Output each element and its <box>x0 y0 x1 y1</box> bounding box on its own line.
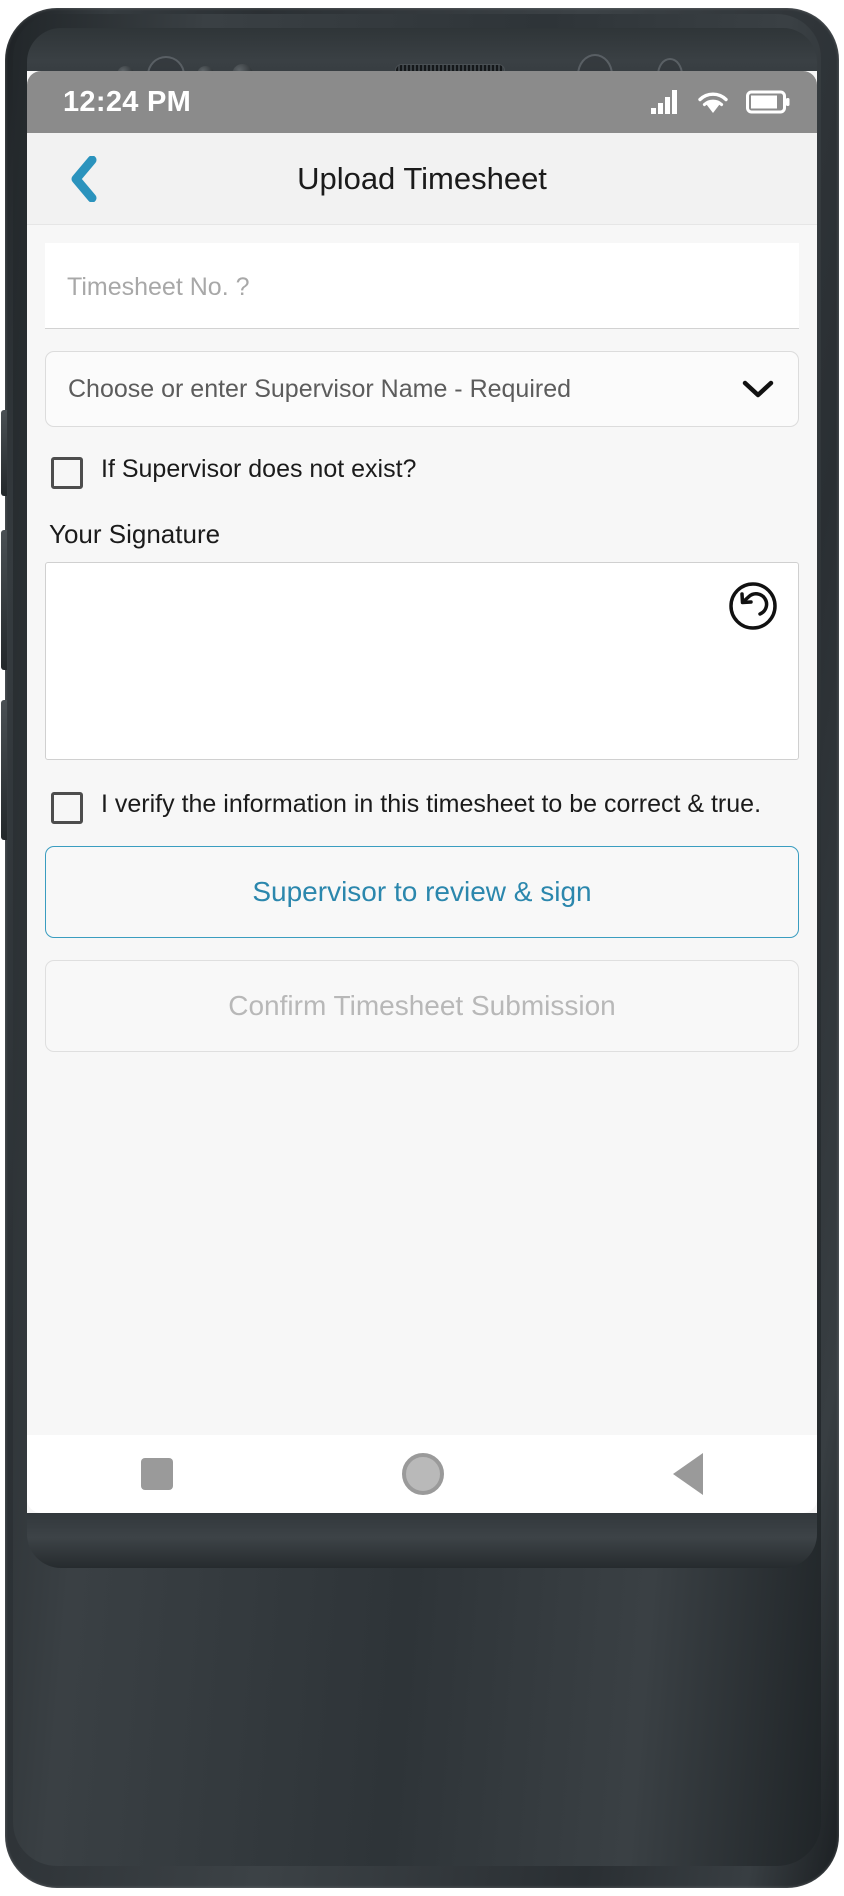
undo-circle-icon[interactable] <box>728 581 778 631</box>
verify-checkbox-row[interactable]: I verify the information in this timeshe… <box>51 788 799 824</box>
signal-icon <box>651 90 677 114</box>
timesheet-no-placeholder: Timesheet No. ? <box>67 273 250 301</box>
wifi-icon <box>698 92 728 113</box>
confirm-submission-button: Confirm Timesheet Submission <box>45 960 799 1052</box>
status-bar-icons <box>650 89 790 115</box>
supervisor-missing-checkbox-row[interactable]: If Supervisor does not exist? <box>51 453 799 489</box>
verify-checkbox[interactable] <box>51 792 83 824</box>
phone-device-mockup: 12:24 PM Upload Timesheet Timesheet No. … <box>0 0 844 1896</box>
verify-label: I verify the information in this timeshe… <box>101 790 762 818</box>
supervisor-select[interactable]: Choose or enter Supervisor Name - Requir… <box>45 351 799 427</box>
power-button[interactable] <box>1 410 7 496</box>
phone-bottom-hardware <box>27 1513 817 1568</box>
chevron-left-icon <box>71 155 97 202</box>
supervisor-select-placeholder: Choose or enter Supervisor Name - Requir… <box>68 374 572 403</box>
volume-down-button[interactable] <box>1 700 7 840</box>
back-button[interactable] <box>55 151 111 207</box>
recents-button[interactable] <box>141 1458 174 1490</box>
form-content: Timesheet No. ? Choose or enter Supervis… <box>27 225 817 1435</box>
supervisor-missing-checkbox[interactable] <box>51 457 83 489</box>
status-bar: 12:24 PM <box>27 71 817 133</box>
home-button[interactable] <box>401 1453 444 1495</box>
page-title: Upload Timesheet <box>297 160 547 196</box>
supervisor-missing-label: If Supervisor does not exist? <box>101 455 417 483</box>
supervisor-review-sign-button[interactable]: Supervisor to review & sign <box>45 846 799 938</box>
signature-pad[interactable] <box>45 562 799 760</box>
android-nav-bar <box>27 1435 817 1513</box>
volume-up-button[interactable] <box>1 530 7 670</box>
android-back-button[interactable] <box>672 1453 703 1495</box>
timesheet-no-input[interactable]: Timesheet No. ? <box>45 243 799 329</box>
chevron-down-icon <box>742 380 774 398</box>
app-bar: Upload Timesheet <box>27 133 817 225</box>
battery-icon <box>746 90 790 114</box>
phone-screen: 12:24 PM Upload Timesheet Timesheet No. … <box>27 71 817 1513</box>
signature-label: Your Signature <box>49 519 221 549</box>
status-bar-clock: 12:24 PM <box>63 85 192 118</box>
